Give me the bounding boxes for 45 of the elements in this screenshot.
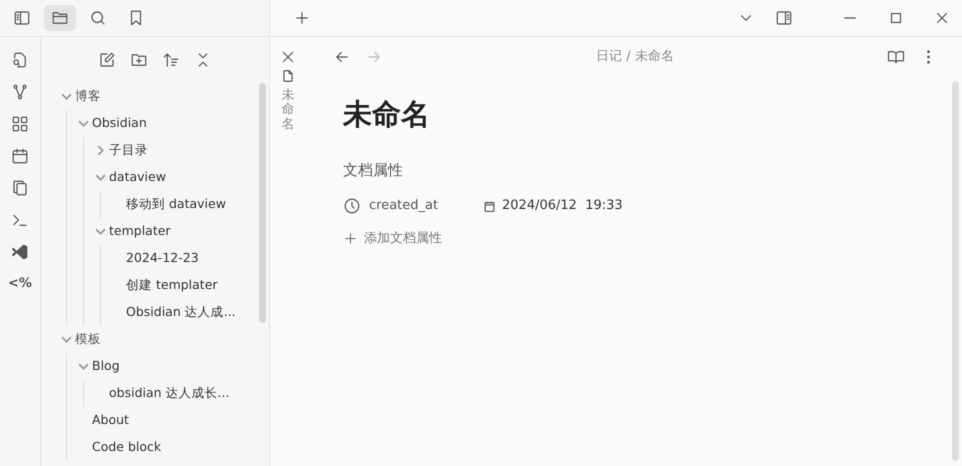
book-icon [887,48,905,66]
file-item[interactable]: Obsidian [92,114,147,133]
file-item[interactable]: Code block [92,438,162,457]
file-search-icon [11,51,29,69]
sort-icon [162,51,180,69]
clock-icon [343,197,361,215]
more-icon [926,50,930,64]
file-icon [281,69,295,83]
file-item[interactable]: 模板 [75,330,101,349]
file-item[interactable]: obsidian 达人成长... [109,384,230,403]
file-item[interactable]: 移动到 dataview [126,195,226,214]
graph-icon [11,83,29,101]
grid-icon [11,115,29,133]
folder-icon [51,9,69,27]
file-item[interactable]: 博客 [75,87,101,106]
add-property-button[interactable]: 添加文档属性 [343,229,442,248]
minimize-icon [844,17,856,19]
file-item[interactable]: 创建 templater [126,276,218,295]
breadcrumb: 日记 / 未命名 [595,48,675,66]
new-note-icon [98,51,116,69]
sidebar-tab[interactable] [44,5,76,31]
calendar-icon [11,147,29,165]
scrollbar-thumb[interactable] [259,83,266,323]
sidebar-toggle-icon [775,9,793,27]
file-item[interactable]: Blog [92,357,120,376]
plus-icon [343,231,358,246]
calendar-icon [483,200,496,212]
file-item[interactable]: About [92,411,129,430]
sidebar-toggle-icon [13,9,31,27]
note-title: 未命名 [343,96,431,133]
copy-icon [11,179,29,197]
file-item[interactable]: templater [109,222,171,241]
file-item[interactable]: dataview [109,168,166,187]
new-tab-icon [293,9,311,27]
property-key[interactable]: created_at [369,196,438,216]
properties-heading: 文档属性 [343,160,404,180]
file-item[interactable]: Obsidian 达人成... [126,303,236,322]
new-folder-icon [130,51,148,69]
template-button[interactable]: <% [5,271,35,297]
file-item[interactable]: 子目录 [109,141,148,160]
code-editor-icon [11,243,29,261]
file-item[interactable]: 2024-12-23 [126,249,199,268]
search-icon [89,9,107,27]
property-value[interactable]: 2024/06/12 19:33 [502,196,623,216]
scrollbar-thumb[interactable] [952,81,959,461]
